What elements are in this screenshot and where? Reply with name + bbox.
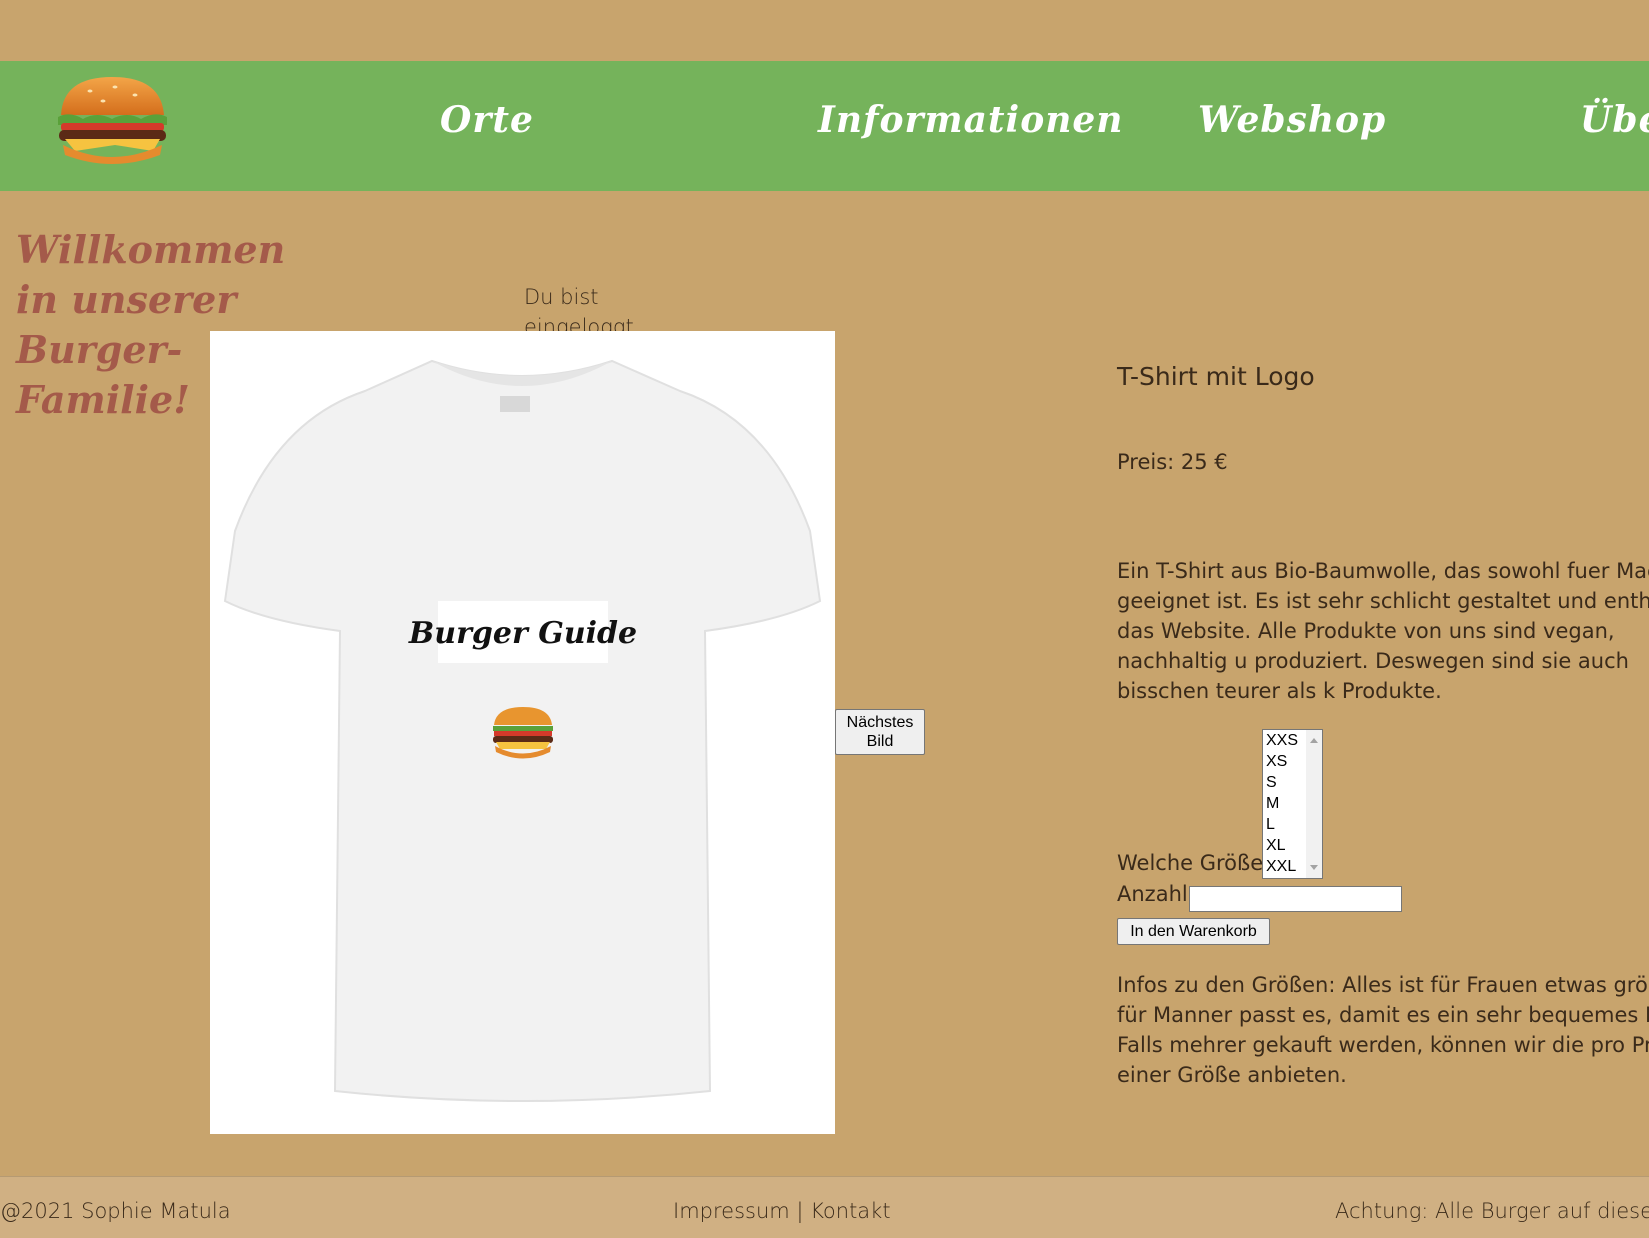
product-description: Ein T-Shirt aus Bio-Baumwolle, das sowoh…: [1117, 559, 1649, 703]
nav-item-orte[interactable]: Orte: [440, 99, 534, 141]
product-price: Preis: 25 €: [1117, 450, 1228, 474]
add-to-cart-button[interactable]: In den Warenkorb: [1117, 918, 1270, 945]
footer-copyright: @2021 Sophie Matula: [0, 1199, 231, 1223]
impressum-link[interactable]: Impressum: [673, 1199, 790, 1223]
shirt-print-text: Burger Guide: [408, 616, 637, 651]
burger-logo-icon[interactable]: [55, 73, 170, 168]
size-info-text: Infos zu den Größen: Alles ist für Fraue…: [1117, 973, 1649, 1087]
product-title: T-Shirt mit Logo: [1117, 362, 1315, 391]
scroll-up-icon[interactable]: [1310, 738, 1318, 743]
nav-item-ueber[interactable]: Übe: [1580, 99, 1649, 141]
tshirt-image: Burger Guide: [223, 359, 822, 1102]
footer-separator: |: [796, 1199, 804, 1223]
quantity-input[interactable]: [1189, 886, 1402, 912]
quantity-label: Anzahl: [1117, 882, 1188, 906]
size-select-scrollbar[interactable]: [1306, 730, 1322, 878]
footer-notice: Achtung: Alle Burger auf dieser Se: [1335, 1199, 1649, 1223]
nav-item-informationen[interactable]: Informationen: [818, 99, 1123, 141]
product-image: Burger Guide: [210, 331, 835, 1134]
main-navigation: Orte Informationen Webshop Übe: [0, 61, 1649, 191]
size-select[interactable]: XXS XS S M L XL XXL: [1262, 729, 1323, 879]
size-label: Welche Größe:: [1117, 851, 1271, 875]
login-status: Du bist eingeloggt: [524, 285, 634, 332]
nav-item-webshop[interactable]: Webshop: [1198, 99, 1386, 141]
footer-links: Impressum | Kontakt: [673, 1199, 891, 1223]
footer: @2021 Sophie Matula Impressum | Kontakt …: [0, 1176, 1649, 1238]
scroll-down-icon[interactable]: [1310, 865, 1318, 870]
next-image-button[interactable]: Nächstes Bild: [835, 709, 925, 755]
kontakt-link[interactable]: Kontakt: [810, 1199, 890, 1223]
